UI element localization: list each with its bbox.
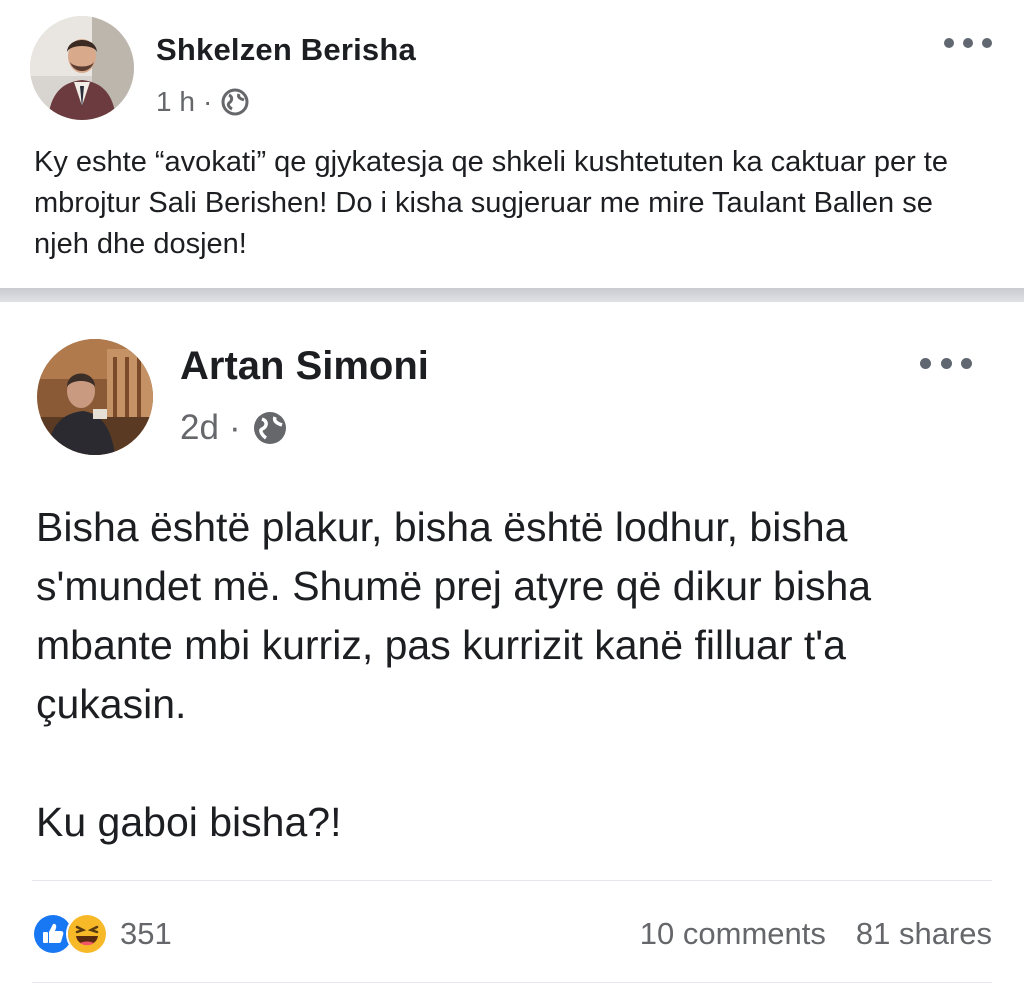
meta-separator: · (202, 86, 213, 117)
shared-post-paragraph: Bisha është plakur, bisha është lodhur, … (36, 504, 872, 727)
globe-icon (251, 409, 289, 447)
post: Shkelzen Berisha 1 h · Ky eshte “avokati… (0, 0, 1024, 288)
post-time[interactable]: 1 h (156, 86, 195, 118)
shares-count[interactable]: 81 shares (856, 916, 992, 952)
shared-post-time[interactable]: 2d (180, 408, 219, 448)
author-name[interactable]: Shkelzen Berisha (156, 32, 416, 68)
globe-icon (220, 87, 250, 117)
haha-reaction-icon (66, 913, 108, 955)
author-avatar[interactable] (30, 16, 134, 120)
divider (0, 288, 1024, 302)
shared-author-name[interactable]: Artan Simoni (180, 344, 429, 389)
shared-post-paragraph: Ku gaboi bisha?! (36, 799, 342, 845)
engagement-counts: 10 comments 81 shares (640, 912, 992, 956)
bottom-separator (32, 982, 992, 983)
reactions-summary[interactable]: 351 (32, 912, 172, 956)
reaction-count: 351 (120, 916, 172, 951)
post-footer: 351 10 comments 81 shares (32, 902, 992, 962)
post-meta: 1 h · (156, 84, 250, 120)
meta-separator: · (228, 408, 241, 447)
more-options-icon[interactable] (920, 350, 972, 376)
shared-post-meta: 2d · (180, 406, 289, 450)
shared-post-text: Bisha është plakur, bisha është lodhur, … (36, 498, 996, 852)
shared-post: Artan Simoni 2d · Bisha është plakur, bi… (0, 302, 1024, 988)
comments-count[interactable]: 10 comments (640, 916, 826, 952)
shared-author-avatar[interactable] (37, 339, 153, 455)
facebook-post-screenshot: Shkelzen Berisha 1 h · Ky eshte “avokati… (0, 0, 1024, 988)
more-options-icon[interactable] (944, 30, 992, 56)
post-text: Ky eshte “avokati” qe gjykatesja qe shke… (34, 146, 948, 260)
footer-separator (32, 880, 992, 881)
